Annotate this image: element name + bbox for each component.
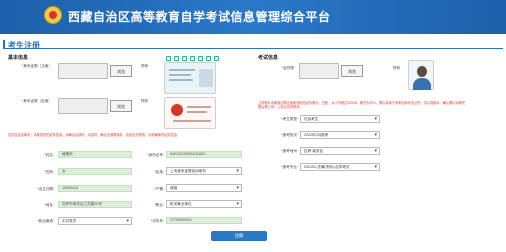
- settings-icon[interactable]: [206, 56, 211, 61]
- id-front-sample-label: 样例: [140, 64, 148, 68]
- zoom-out-icon[interactable]: [190, 56, 195, 61]
- photo-input[interactable]: [299, 63, 339, 79]
- candidate-type-label: *考生类型:: [281, 117, 298, 121]
- household-select[interactable]: 城镇: [166, 184, 242, 192]
- exam-region-label: *报考地州:: [281, 149, 298, 153]
- id-back-label: *身份证照（反面）: [21, 99, 52, 103]
- exam-major-label: *报考专业:: [281, 165, 298, 169]
- address-label: *地址:: [44, 203, 54, 207]
- basic-warning-text: 证件信息请填写，请核实您的证件信息，请确认后按时，请及时，确认无误再保存，信息无…: [8, 133, 181, 137]
- exam-major-select[interactable]: 030101-法律(专科)-自学考试: [300, 163, 380, 171]
- occupation-label: *职业:: [154, 203, 164, 207]
- refresh-icon[interactable]: [198, 56, 203, 61]
- section-exam-title: 考试信息: [258, 55, 279, 61]
- title-divider: [3, 48, 503, 49]
- section-basic-title: 基本信息: [8, 55, 29, 61]
- gender-field[interactable]: 女: [58, 168, 132, 175]
- occupation-select[interactable]: 机关事业单位: [166, 200, 242, 208]
- register-button[interactable]: 注册: [211, 231, 267, 241]
- photo-sample-image: [408, 60, 434, 90]
- household-label: *户籍:: [154, 187, 164, 191]
- page-title: 考生注册: [8, 41, 40, 50]
- photo-sample-label: 样例: [392, 66, 400, 70]
- site-title: 西藏自治区高等教育自学考试信息管理综合平台: [68, 10, 331, 24]
- idnumber-label: *身份证号:: [147, 153, 164, 157]
- ethnicity-label: *民族:: [154, 170, 164, 174]
- delete-icon[interactable]: [214, 56, 219, 61]
- id-back-sample-label: 样例: [140, 99, 148, 103]
- address-field[interactable]: 拉萨市城关区江苏路26号: [58, 201, 132, 208]
- exam-batch-select[interactable]: 2022年4月报考: [300, 131, 380, 139]
- exam-batch-label: *报考批次:: [281, 133, 298, 137]
- candidate-type-select[interactable]: 社会考生: [300, 115, 380, 123]
- birthdate-field[interactable]: 19990415: [58, 185, 132, 192]
- gender-label: *性别:: [44, 170, 54, 174]
- name-label: *姓名:: [44, 153, 54, 157]
- photo-label: *证件照: [281, 66, 294, 70]
- id-back-input[interactable]: [58, 98, 108, 114]
- exam-region-select[interactable]: 拉萨-城关区: [300, 147, 380, 155]
- idnumber-field[interactable]: 540102199904154821: [166, 151, 242, 158]
- phone-label: *手机号:: [150, 219, 164, 223]
- name-field[interactable]: 格桑央: [58, 151, 132, 158]
- id-front-input[interactable]: [58, 63, 108, 79]
- exam-warning-text: 上传照片请使用近期正面免冠彩色证件照片，白底，大小不超过200KB，格式为JPG…: [258, 101, 466, 109]
- birthdate-label: *出生日期:: [37, 187, 54, 191]
- zoom-in-icon[interactable]: [182, 56, 187, 61]
- id-back-sample-image: [164, 97, 216, 129]
- emblem-icon: [44, 6, 62, 24]
- rotate-icon[interactable]: [174, 56, 179, 61]
- crop-icon[interactable]: [166, 56, 171, 61]
- ethnicity-select[interactable]: 上传身份证照自动填写: [166, 167, 242, 175]
- title-accent: [3, 40, 5, 48]
- political-label: *政治面貌:: [37, 219, 54, 223]
- header-banner: 西藏自治区高等教育自学考试信息管理综合平台: [0, 0, 506, 34]
- phone-field[interactable]: 17708900901: [166, 217, 242, 224]
- political-select[interactable]: 中共党员: [58, 217, 132, 225]
- id-front-label: *身份证照（正面）: [21, 64, 52, 68]
- id-front-sample-image: [164, 62, 216, 94]
